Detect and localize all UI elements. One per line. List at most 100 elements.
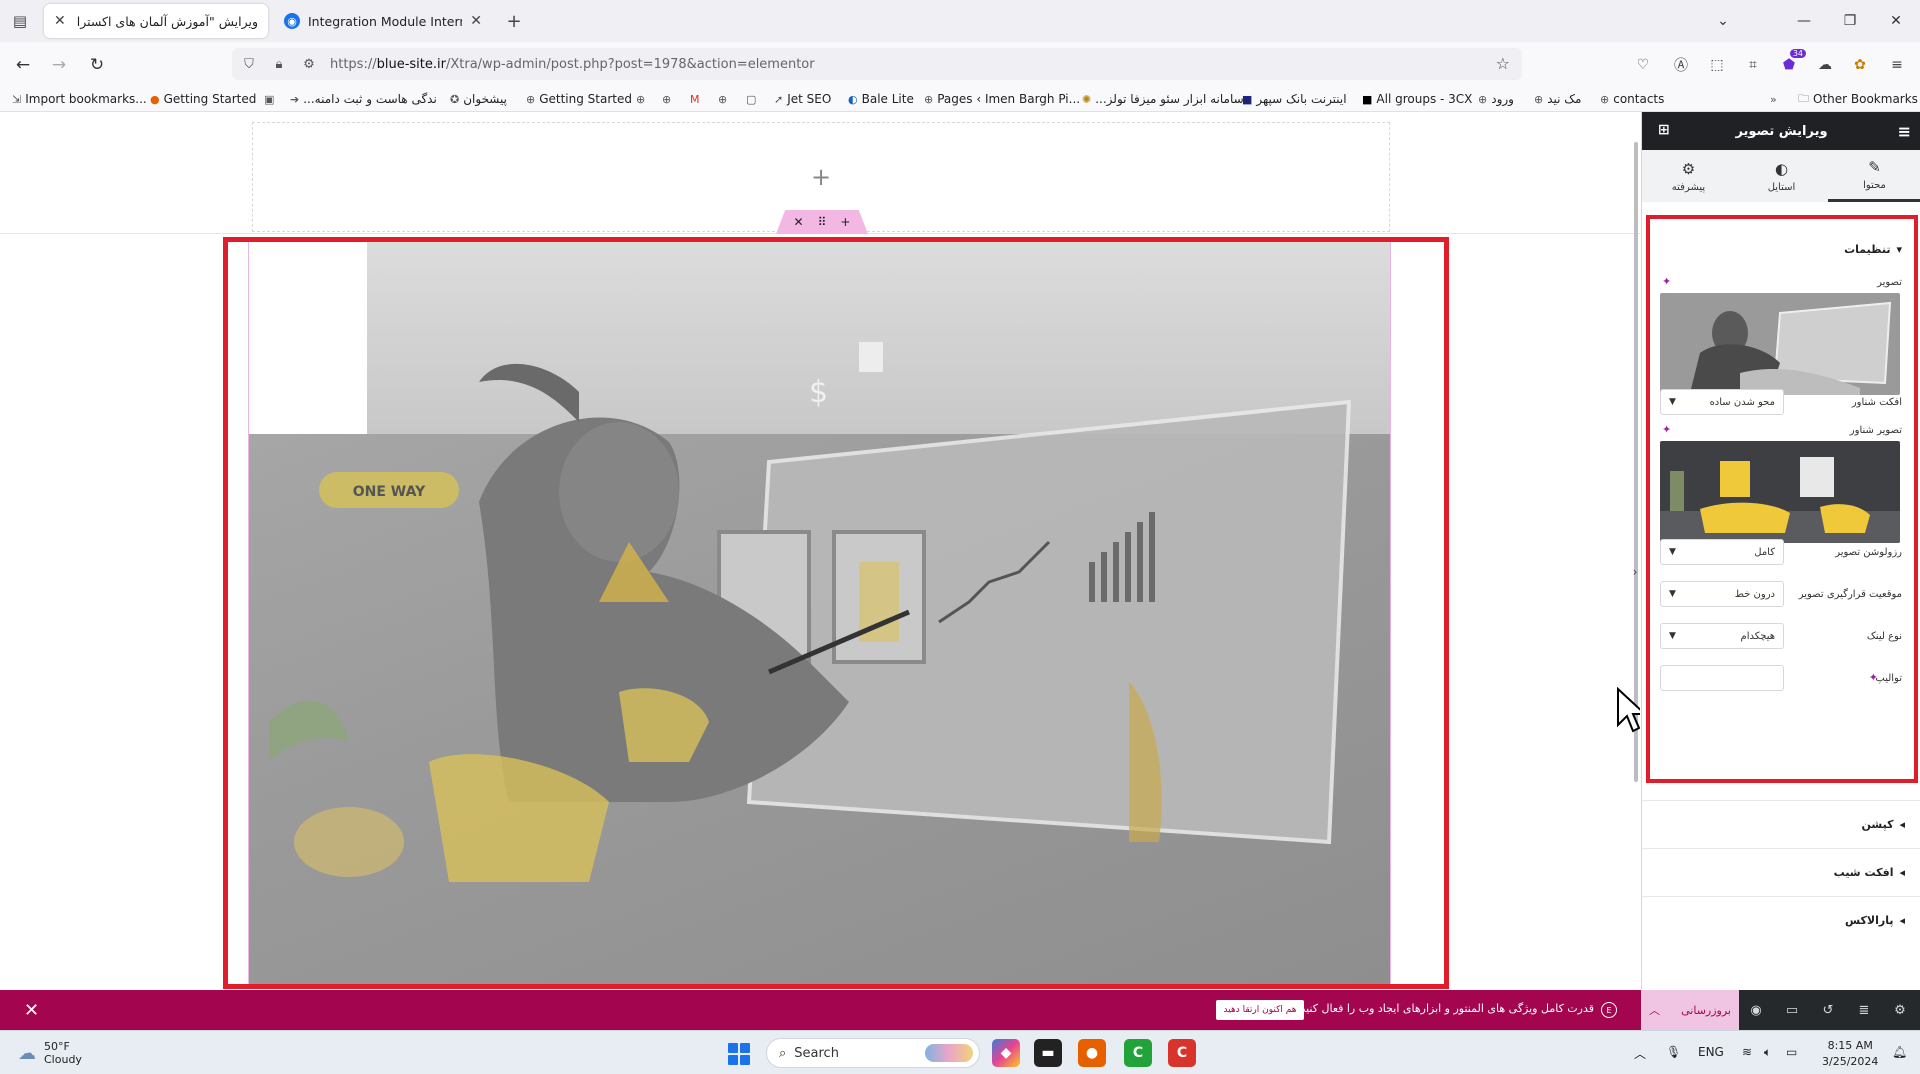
account-icon[interactable]: Ⓐ: [1670, 54, 1692, 76]
bookmark-getting-started[interactable]: ● Getting Started: [150, 90, 256, 108]
notification-bell-icon[interactable]: 🔔︎: [1892, 1045, 1907, 1059]
plus-icon[interactable]: +: [811, 163, 831, 191]
menu-hamburger-icon[interactable]: ≡: [1886, 54, 1908, 76]
bookmark-star-icon[interactable]: ☆: [1496, 54, 1510, 73]
taskbar-search[interactable]: ⌕ Search: [766, 1038, 980, 1068]
upgrade-now-button[interactable]: هم اکنون ارتقا دهید: [1216, 1000, 1304, 1020]
wifi-icon[interactable]: ≋: [1742, 1045, 1752, 1059]
windows-start-icon[interactable]: [728, 1043, 750, 1065]
drag-handle-icon[interactable]: ⠿: [818, 215, 827, 229]
close-icon[interactable]: ✕: [24, 1000, 39, 1021]
bookmark-import[interactable]: ⇲ Import bookmarks...: [12, 90, 147, 108]
address-bar[interactable]: ⛉ 🔒︎ ⚙ https://blue-site.ir/Xtra/wp-admi…: [232, 48, 1522, 80]
bookmark-login[interactable]: ⊕ ورود: [1478, 90, 1514, 108]
tab-elementor-edit[interactable]: ویرایش "آموزش آلمان های اکسترا – ع ✕: [44, 4, 268, 38]
taskbar-clock[interactable]: 8:15 AM 3/25/2024: [1822, 1038, 1878, 1070]
battery-icon[interactable]: ▭: [1786, 1045, 1797, 1059]
bookmark-maknid[interactable]: ⊕ مک نید: [1534, 90, 1581, 108]
bookmark-dashboard[interactable]: ✪ پیشخوان: [450, 90, 507, 108]
hover-image-thumbnail[interactable]: [1660, 441, 1900, 543]
bookmark-sepehr-bank[interactable]: ■ اینترنت بانک سپهر: [1242, 90, 1347, 108]
permissions-icon[interactable]: ⚙: [300, 57, 318, 72]
selected-image-widget[interactable]: ONE WAY $: [223, 237, 1449, 989]
camtasia-icon[interactable]: C: [1124, 1039, 1152, 1067]
resolution-select[interactable]: کامل ▼: [1660, 539, 1784, 565]
forward-arrow-icon[interactable]: →: [46, 52, 72, 78]
update-button[interactable]: ︿ بروزرسانی: [1641, 990, 1739, 1030]
chevron-down-icon[interactable]: ⌄: [1710, 8, 1736, 34]
bookmark-contacts[interactable]: ⊕ contacts: [1600, 90, 1664, 108]
section-handle[interactable]: ✕ ⠿ +: [776, 210, 868, 234]
shield-icon[interactable]: ⛉: [240, 57, 258, 72]
url-text[interactable]: https://blue-site.ir/Xtra/wp-admin/post.…: [330, 57, 815, 72]
new-tab-plus-icon[interactable]: +: [502, 9, 526, 33]
shield-extension-icon[interactable]: ⬟ 34: [1778, 49, 1806, 76]
back-arrow-icon[interactable]: ←: [10, 52, 36, 78]
caption-input[interactable]: [1660, 665, 1784, 691]
ai-sparkle-icon[interactable]: ✦: [1662, 423, 1671, 436]
close-icon[interactable]: ✕: [54, 13, 66, 29]
elementor-canvas[interactable]: + ✕ ⠿ + ONE WAY $ ›: [0, 112, 1640, 990]
weather-widget[interactable]: ☁ 50°F Cloudy: [18, 1040, 82, 1066]
ai-sparkle-icon[interactable]: ✦: [1869, 671, 1878, 684]
add-section-icon[interactable]: +: [840, 215, 850, 229]
bookmark-getting-started-2[interactable]: ⊕ Getting Started: [526, 90, 632, 108]
language-indicator[interactable]: ENG: [1698, 1045, 1724, 1059]
window-close-icon[interactable]: ✕: [1883, 8, 1909, 34]
crop-icon[interactable]: ⌗: [1742, 54, 1764, 76]
collapse-panel-chevron-icon[interactable]: ›: [1628, 557, 1640, 587]
widgets-grid-icon[interactable]: ⊞: [1658, 122, 1670, 138]
volume-icon[interactable]: 🔈︎: [1764, 1045, 1771, 1060]
bookmark-hosting[interactable]: ➔ ...ندگی هاست و ثبت دامنه: [290, 90, 437, 108]
extensions-icon[interactable]: ⬚: [1706, 54, 1728, 76]
hover-effect-select[interactable]: محو شدن ساده ▼: [1660, 389, 1784, 415]
bookmark-other[interactable]: 🗀︎ Other Bookmarks: [1798, 90, 1918, 108]
tab-advanced[interactable]: ⚙ پیشرفته: [1642, 150, 1735, 202]
preview-eye-icon[interactable]: ◉: [1747, 1001, 1765, 1019]
accordion-caption[interactable]: ◂ کپشن: [1642, 800, 1920, 848]
tab-style[interactable]: ◐ استایل: [1735, 150, 1828, 202]
chevron-up-icon[interactable]: ︿: [1649, 1002, 1660, 1018]
close-icon[interactable]: ✕: [470, 13, 482, 29]
restore-icon[interactable]: ❐: [1837, 8, 1863, 34]
reload-icon[interactable]: ↻: [84, 52, 110, 78]
image-preview[interactable]: ONE WAY $: [248, 242, 1391, 984]
pocket-icon[interactable]: ♡: [1632, 54, 1654, 76]
canvas-scrollbar[interactable]: [1634, 142, 1638, 782]
bookmark-globe-2[interactable]: ⊕: [662, 90, 671, 108]
accordion-parallax[interactable]: ◂ پارالاکس: [1642, 896, 1920, 944]
addon-icon[interactable]: ✿: [1849, 54, 1871, 76]
image-thumbnail[interactable]: [1660, 293, 1900, 395]
tab-list-icon[interactable]: ▤: [8, 9, 32, 33]
bookmark-square[interactable]: ▢: [746, 90, 756, 108]
bookmark-3cx[interactable]: ■ All groups - 3CX: [1362, 90, 1472, 108]
recorder-icon[interactable]: C: [1168, 1039, 1196, 1067]
bookmark-bale-lite[interactable]: ◐ Bale Lite: [848, 90, 914, 108]
bookmark-calendar[interactable]: ▣: [264, 90, 274, 108]
cloud-icon[interactable]: ☁: [1814, 54, 1836, 76]
bookmark-globe-1[interactable]: ⊕: [636, 90, 645, 108]
delete-section-icon[interactable]: ✕: [794, 215, 804, 229]
responsive-icon[interactable]: ▭: [1783, 1001, 1801, 1019]
bookmark-mizfa[interactable]: ✺ ...سامانه ابزار سئو میزفا تولز: [1082, 90, 1244, 108]
bookmarks-overflow[interactable]: »: [1770, 90, 1777, 108]
tab-content[interactable]: ✎ محتوا: [1828, 150, 1920, 202]
navigator-layers-icon[interactable]: ≣: [1855, 1001, 1873, 1019]
settings-section-toggle[interactable]: ▾ تنظیمات: [1844, 243, 1902, 256]
tray-chevron-up-icon[interactable]: ︿: [1634, 1045, 1646, 1062]
bookmark-globe-3[interactable]: ⊕: [718, 90, 727, 108]
ai-sparkle-icon[interactable]: ✦: [1662, 275, 1671, 288]
lock-icon[interactable]: 🔒︎: [270, 57, 288, 72]
accordion-gradient-effect[interactable]: ◂ افکت شیب: [1642, 848, 1920, 896]
menu-hamburger-icon[interactable]: ≡: [1898, 122, 1911, 141]
microphone-icon[interactable]: 🎙︎: [1666, 1045, 1681, 1059]
settings-gear-icon[interactable]: ⚙: [1891, 1001, 1909, 1019]
bookmark-gmail[interactable]: M: [690, 90, 700, 108]
minimize-icon[interactable]: —: [1791, 8, 1817, 34]
link-type-select[interactable]: هیچکدام ▼: [1660, 623, 1784, 649]
copilot-icon[interactable]: ◆: [992, 1039, 1020, 1067]
history-icon[interactable]: ↺: [1819, 1001, 1837, 1019]
firefox-icon[interactable]: ●: [1078, 1039, 1106, 1067]
bookmark-jet-seo[interactable]: ➚ Jet SEO: [774, 90, 831, 108]
bookmark-pages[interactable]: ⊕ Pages ‹ Imen Bargh Pi...: [924, 90, 1080, 108]
